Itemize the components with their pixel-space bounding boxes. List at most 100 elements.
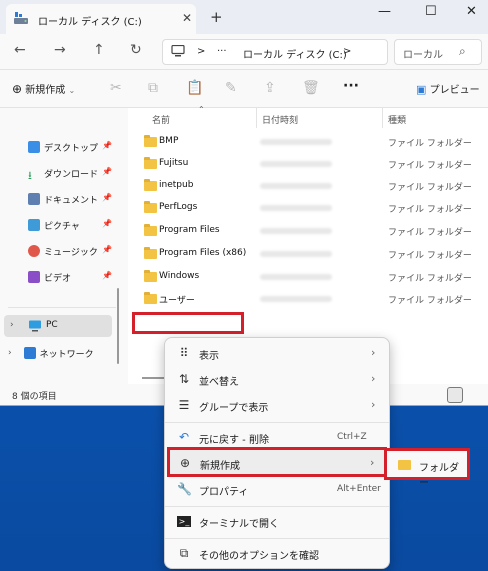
- menu-item-label: プロパティ: [199, 487, 249, 498]
- column-divider[interactable]: [256, 108, 257, 128]
- sidebar-item-documents[interactable]: ドキュメント: [28, 190, 98, 208]
- minimize-button[interactable]: —: [378, 4, 391, 19]
- drive-icon: [14, 12, 28, 24]
- file-type: ファイル フォルダー: [388, 274, 472, 284]
- menu-item-label: その他のオプションを確認: [199, 551, 319, 562]
- new-button[interactable]: ⊕ 新規作成 ⌄: [12, 81, 75, 96]
- sidebar-item-desktop[interactable]: デスクトップ: [28, 138, 98, 156]
- more-options-button[interactable]: ···: [343, 78, 359, 94]
- address-bar[interactable]: > ··· ローカル ディスク (C:) >: [162, 39, 388, 65]
- sidebar-item-downloads[interactable]: ⭳ ダウンロード: [28, 164, 98, 182]
- forward-arrow-icon[interactable]: →: [54, 42, 66, 58]
- search-box[interactable]: ローカル ⌕: [394, 39, 482, 65]
- preview-button[interactable]: ▣ プレビュー: [416, 81, 480, 96]
- share-icon[interactable]: ⇪: [264, 80, 276, 96]
- folder-icon: [144, 179, 157, 191]
- breadcrumb-overflow[interactable]: ···: [217, 46, 227, 57]
- refresh-icon[interactable]: ↻: [130, 42, 142, 58]
- folder-icon: [144, 157, 157, 169]
- file-date-blurred: [260, 205, 332, 211]
- breadcrumb-chevron[interactable]: >: [343, 46, 351, 57]
- context-menu: ⠿ 表示 › ⇅ 並べ替え › ☰ グループで表示 › ↶ 元に戻す - 削除 …: [164, 337, 390, 569]
- up-arrow-icon[interactable]: ↑: [93, 42, 105, 58]
- column-header-type[interactable]: 種類: [388, 113, 406, 126]
- list-item[interactable]: inetpub ファイル フォルダー: [128, 176, 488, 198]
- desktop-icon: [28, 141, 40, 153]
- menu-item-new[interactable]: ⊕ 新規作成 ›: [167, 447, 387, 477]
- file-name: PerfLogs: [159, 202, 198, 212]
- submenu-item-label: フォルダー: [419, 463, 459, 489]
- menu-item-label: 新規作成: [200, 461, 240, 472]
- menu-item-view[interactable]: ⠿ 表示 ›: [169, 340, 387, 366]
- list-item[interactable]: ユーザー ファイル フォルダー: [128, 289, 488, 311]
- list-item[interactable]: PerfLogs ファイル フォルダー: [128, 198, 488, 220]
- breadcrumb-local-disk[interactable]: ローカル ディスク (C:): [243, 46, 347, 61]
- file-type: ファイル フォルダー: [388, 205, 472, 215]
- search-placeholder: ローカル: [403, 50, 443, 61]
- sidebar-item-videos[interactable]: ビデオ: [28, 268, 71, 286]
- menu-item-sort[interactable]: ⇅ 並べ替え ›: [169, 366, 387, 392]
- file-name: Fujitsu: [159, 158, 189, 168]
- item-count: 8 個の項目: [12, 392, 57, 402]
- sidebar-item-pc[interactable]: › PC: [4, 315, 112, 337]
- sidebar-scrollbar[interactable]: [117, 288, 119, 364]
- folder-icon: [144, 201, 157, 213]
- tiles-view-icon[interactable]: [467, 387, 483, 403]
- details-view-icon[interactable]: [447, 387, 463, 403]
- sidebar-item-pictures[interactable]: ピクチャ: [28, 216, 80, 234]
- download-icon: ⭳: [28, 169, 32, 182]
- list-item[interactable]: Fujitsu ファイル フォルダー: [128, 154, 488, 176]
- chevron-down-icon: ⌄: [68, 86, 76, 95]
- pin-icon: 📌: [102, 167, 112, 176]
- pc-icon: [29, 320, 41, 332]
- file-name: inetpub: [159, 180, 194, 190]
- submenu-item-folder[interactable]: フォルダー: [387, 451, 467, 489]
- file-date-blurred: [260, 139, 332, 145]
- list-item[interactable]: Windows ファイル フォルダー: [128, 267, 488, 289]
- chevron-right-icon[interactable]: ›: [8, 348, 12, 358]
- list-item[interactable]: Program Files ファイル フォルダー: [128, 221, 488, 243]
- new-submenu: フォルダー: [384, 448, 470, 489]
- plus-circle-icon: ⊕: [12, 82, 23, 96]
- highlight-empty-area[interactable]: [132, 312, 244, 334]
- column-header-name[interactable]: 名前: [152, 113, 170, 126]
- folder-icon: [144, 247, 157, 259]
- document-icon: [28, 193, 40, 205]
- pin-icon: 📌: [102, 219, 112, 228]
- file-name: BMP: [159, 136, 179, 146]
- menu-item-open-terminal[interactable]: >_ ターミナルで開く: [169, 508, 387, 534]
- cut-icon[interactable]: ✂: [110, 80, 122, 96]
- navigation-pane: デスクトップ 📌 ⭳ ダウンロード 📌 ドキュメント 📌 ピクチャ 📌 ミュージ…: [0, 108, 122, 384]
- menu-item-group-by[interactable]: ☰ グループで表示 ›: [169, 392, 387, 418]
- paste-icon[interactable]: 📋: [186, 80, 203, 96]
- menu-item-properties[interactable]: 🔧 プロパティ Alt+Enter: [169, 476, 387, 502]
- back-arrow-icon[interactable]: ←: [14, 42, 26, 58]
- chevron-right-icon[interactable]: ›: [10, 320, 14, 330]
- column-header-date[interactable]: 日付時刻: [262, 113, 298, 126]
- sidebar-item-label: ダウンロード: [44, 169, 99, 180]
- preview-pane-icon: ▣: [416, 83, 427, 96]
- close-window-button[interactable]: ✕: [466, 4, 477, 19]
- tab-close-icon[interactable]: ✕: [182, 11, 192, 25]
- maximize-button[interactable]: ☐: [425, 4, 437, 19]
- pc-icon: [171, 45, 185, 57]
- sidebar-item-music[interactable]: ミュージック: [28, 242, 98, 260]
- pictures-icon: [28, 219, 40, 231]
- sidebar-item-network[interactable]: › ネットワーク: [8, 344, 94, 362]
- list-item[interactable]: BMP ファイル フォルダー: [128, 132, 488, 154]
- sidebar-item-label: ビデオ: [44, 273, 72, 284]
- delete-icon[interactable]: 🗑: [302, 80, 320, 96]
- file-name: Program Files (x86): [159, 248, 247, 258]
- pin-icon: 📌: [102, 141, 112, 150]
- tab-local-disk[interactable]: ローカル ディスク (C:) ✕: [6, 4, 196, 34]
- copy-icon[interactable]: ⧉: [148, 80, 158, 96]
- navigation-bar: ← → ↑ ↻ > ··· ローカル ディスク (C:) > ローカル ⌕: [0, 34, 488, 70]
- rename-icon[interactable]: ✎: [225, 80, 237, 96]
- breadcrumb-separator: >: [197, 46, 206, 57]
- file-name: Windows: [159, 271, 200, 281]
- pin-icon: 📌: [102, 193, 112, 202]
- column-divider[interactable]: [382, 108, 383, 128]
- new-tab-button[interactable]: +: [210, 8, 223, 26]
- menu-item-more-options[interactable]: ⧉ その他のオプションを確認: [169, 540, 387, 566]
- list-item[interactable]: Program Files (x86) ファイル フォルダー: [128, 244, 488, 266]
